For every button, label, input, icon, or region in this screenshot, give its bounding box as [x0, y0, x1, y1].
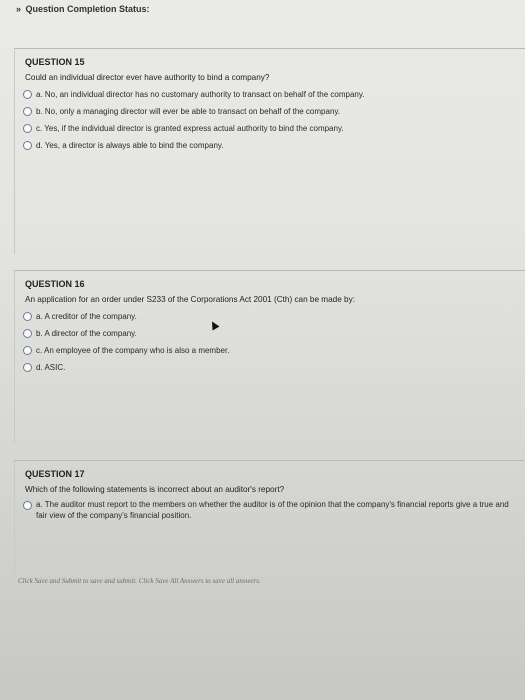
- question-16-text: An application for an order under S233 o…: [25, 295, 355, 304]
- q15-option-a[interactable]: a. No, an individual director has no cus…: [23, 90, 521, 99]
- q15-option-b[interactable]: b. No, only a managing director will eve…: [23, 107, 521, 116]
- radio-button-icon[interactable]: [23, 124, 32, 133]
- radio-button-icon[interactable]: [23, 346, 32, 355]
- q16-option-d[interactable]: d. ASIC.: [23, 363, 521, 372]
- question-17-text: Which of the following statements is inc…: [25, 485, 285, 494]
- option-label: b. No, only a managing director will eve…: [36, 107, 341, 116]
- q16-option-c[interactable]: c. An employee of the company who is als…: [23, 346, 521, 355]
- option-label: d. Yes, a director is always able to bin…: [36, 141, 224, 150]
- question-15-block: QUESTION 15 Could an individual director…: [14, 48, 525, 254]
- radio-button-icon[interactable]: [23, 329, 32, 338]
- radio-button-icon[interactable]: [23, 90, 32, 99]
- q16-option-a[interactable]: a. A creditor of the company.: [23, 312, 521, 321]
- q16-option-b[interactable]: b. A director of the company.: [23, 329, 521, 338]
- q15-option-d[interactable]: d. Yes, a director is always able to bin…: [23, 141, 521, 150]
- status-title: Question Completion Status:: [25, 4, 150, 14]
- question-17-heading: QUESTION 17: [25, 469, 85, 479]
- option-label: c. An employee of the company who is als…: [36, 346, 230, 355]
- option-label: c. Yes, if the individual director is gr…: [36, 124, 344, 133]
- question-16-block: QUESTION 16 An application for an order …: [14, 270, 525, 443]
- radio-button-icon[interactable]: [23, 363, 32, 372]
- question-15-heading: QUESTION 15: [25, 57, 85, 67]
- question-16-heading: QUESTION 16: [25, 279, 85, 289]
- question-15-text: Could an individual director ever have a…: [25, 73, 270, 82]
- option-label: a. No, an individual director has no cus…: [36, 90, 365, 99]
- q17-option-a[interactable]: a. The auditor must report to the member…: [23, 499, 521, 521]
- radio-button-icon[interactable]: [23, 141, 32, 150]
- page: » Question Completion Status: QUESTION 1…: [0, 0, 525, 700]
- option-label: d. ASIC.: [36, 363, 66, 372]
- radio-button-icon[interactable]: [23, 501, 32, 510]
- option-label: b. A director of the company.: [36, 329, 137, 338]
- radio-button-icon[interactable]: [23, 107, 32, 116]
- option-label: a. A creditor of the company.: [36, 312, 137, 321]
- q15-option-c[interactable]: c. Yes, if the individual director is gr…: [23, 124, 521, 133]
- question-17-block: QUESTION 17 Which of the following state…: [14, 460, 525, 581]
- save-instructions: Click Save and Submit to save and submit…: [18, 577, 261, 585]
- option-label: a. The auditor must report to the member…: [36, 500, 509, 520]
- chevron-right-icon: »: [16, 4, 22, 14]
- radio-button-icon[interactable]: [23, 312, 32, 321]
- question-completion-status[interactable]: » Question Completion Status:: [16, 4, 150, 14]
